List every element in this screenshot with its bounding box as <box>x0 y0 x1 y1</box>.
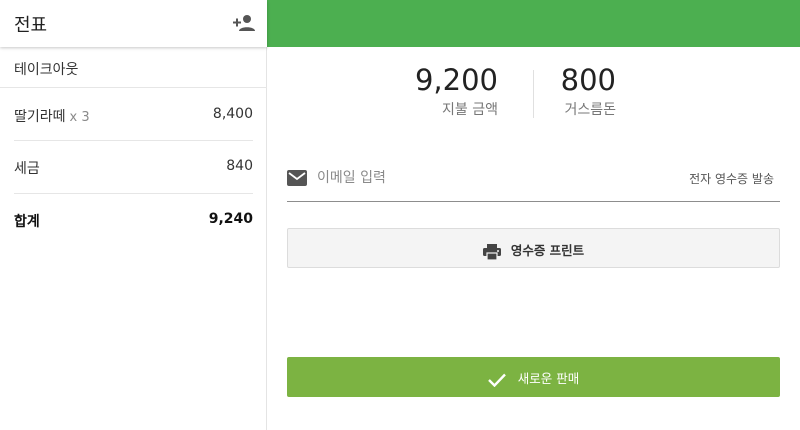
top-app-bar <box>267 0 800 47</box>
new-sale-button[interactable]: 새로운 판매 <box>287 357 780 397</box>
line-item-name: 딸기라떼 <box>14 109 66 125</box>
email-receipt-row: 전자 영수증 발송 <box>287 160 780 202</box>
send-e-receipt-button[interactable]: 전자 영수증 발송 <box>689 170 774 187</box>
receipt-header: 전표 <box>0 0 267 47</box>
print-receipt-button[interactable]: 영수증 프린트 <box>287 228 780 268</box>
tax-row: 세금 840 <box>14 140 253 193</box>
print-receipt-label: 영수증 프린트 <box>510 243 585 258</box>
paid-label: 지불 금액 <box>442 102 498 118</box>
receipt-title: 전표 <box>14 15 48 36</box>
line-item-row[interactable]: 딸기라떼 x 3 8,400 <box>14 88 253 141</box>
change-amount: 800 <box>560 63 616 97</box>
pos-checkout-screen: 전표 테이크아웃 딸기라떼x 3 8,400 세금 840 합계 9,240 <box>0 0 800 430</box>
tax-label: 세금 <box>14 161 40 177</box>
order-type-label: 테이크아웃 <box>14 62 79 78</box>
total-label: 합계 <box>14 214 40 230</box>
print-receipt-content: 영수증 프린트 <box>288 240 779 260</box>
change-label: 거스름돈 <box>564 102 616 118</box>
total-row: 합계 9,240 <box>14 193 253 246</box>
line-item-qty: x 3 <box>69 110 90 125</box>
change-amount-block: 800 거스름돈 <box>548 62 616 119</box>
check-icon <box>487 373 506 387</box>
stats-divider <box>533 70 534 118</box>
mail-icon <box>287 170 307 186</box>
paid-amount: 9,200 <box>414 63 498 97</box>
new-sale-content: 새로운 판매 <box>287 368 780 387</box>
receipt-panel: 전표 테이크아웃 딸기라떼 x 3 8,400 세금 840 합계 9,240 <box>0 0 267 430</box>
new-sale-label: 새로운 판매 <box>517 371 580 386</box>
email-input[interactable] <box>317 167 647 189</box>
add-person-icon[interactable] <box>233 14 255 32</box>
line-item-name-wrap: 딸기라떼 x 3 <box>14 106 90 126</box>
paid-amount-block: 9,200 지불 금액 <box>380 62 498 119</box>
tax-amount: 840 <box>226 158 253 174</box>
total-amount: 9,240 <box>208 211 253 227</box>
order-type-row: 테이크아웃 <box>0 47 267 88</box>
line-item-amount: 8,400 <box>212 106 253 122</box>
printer-icon <box>482 243 501 260</box>
